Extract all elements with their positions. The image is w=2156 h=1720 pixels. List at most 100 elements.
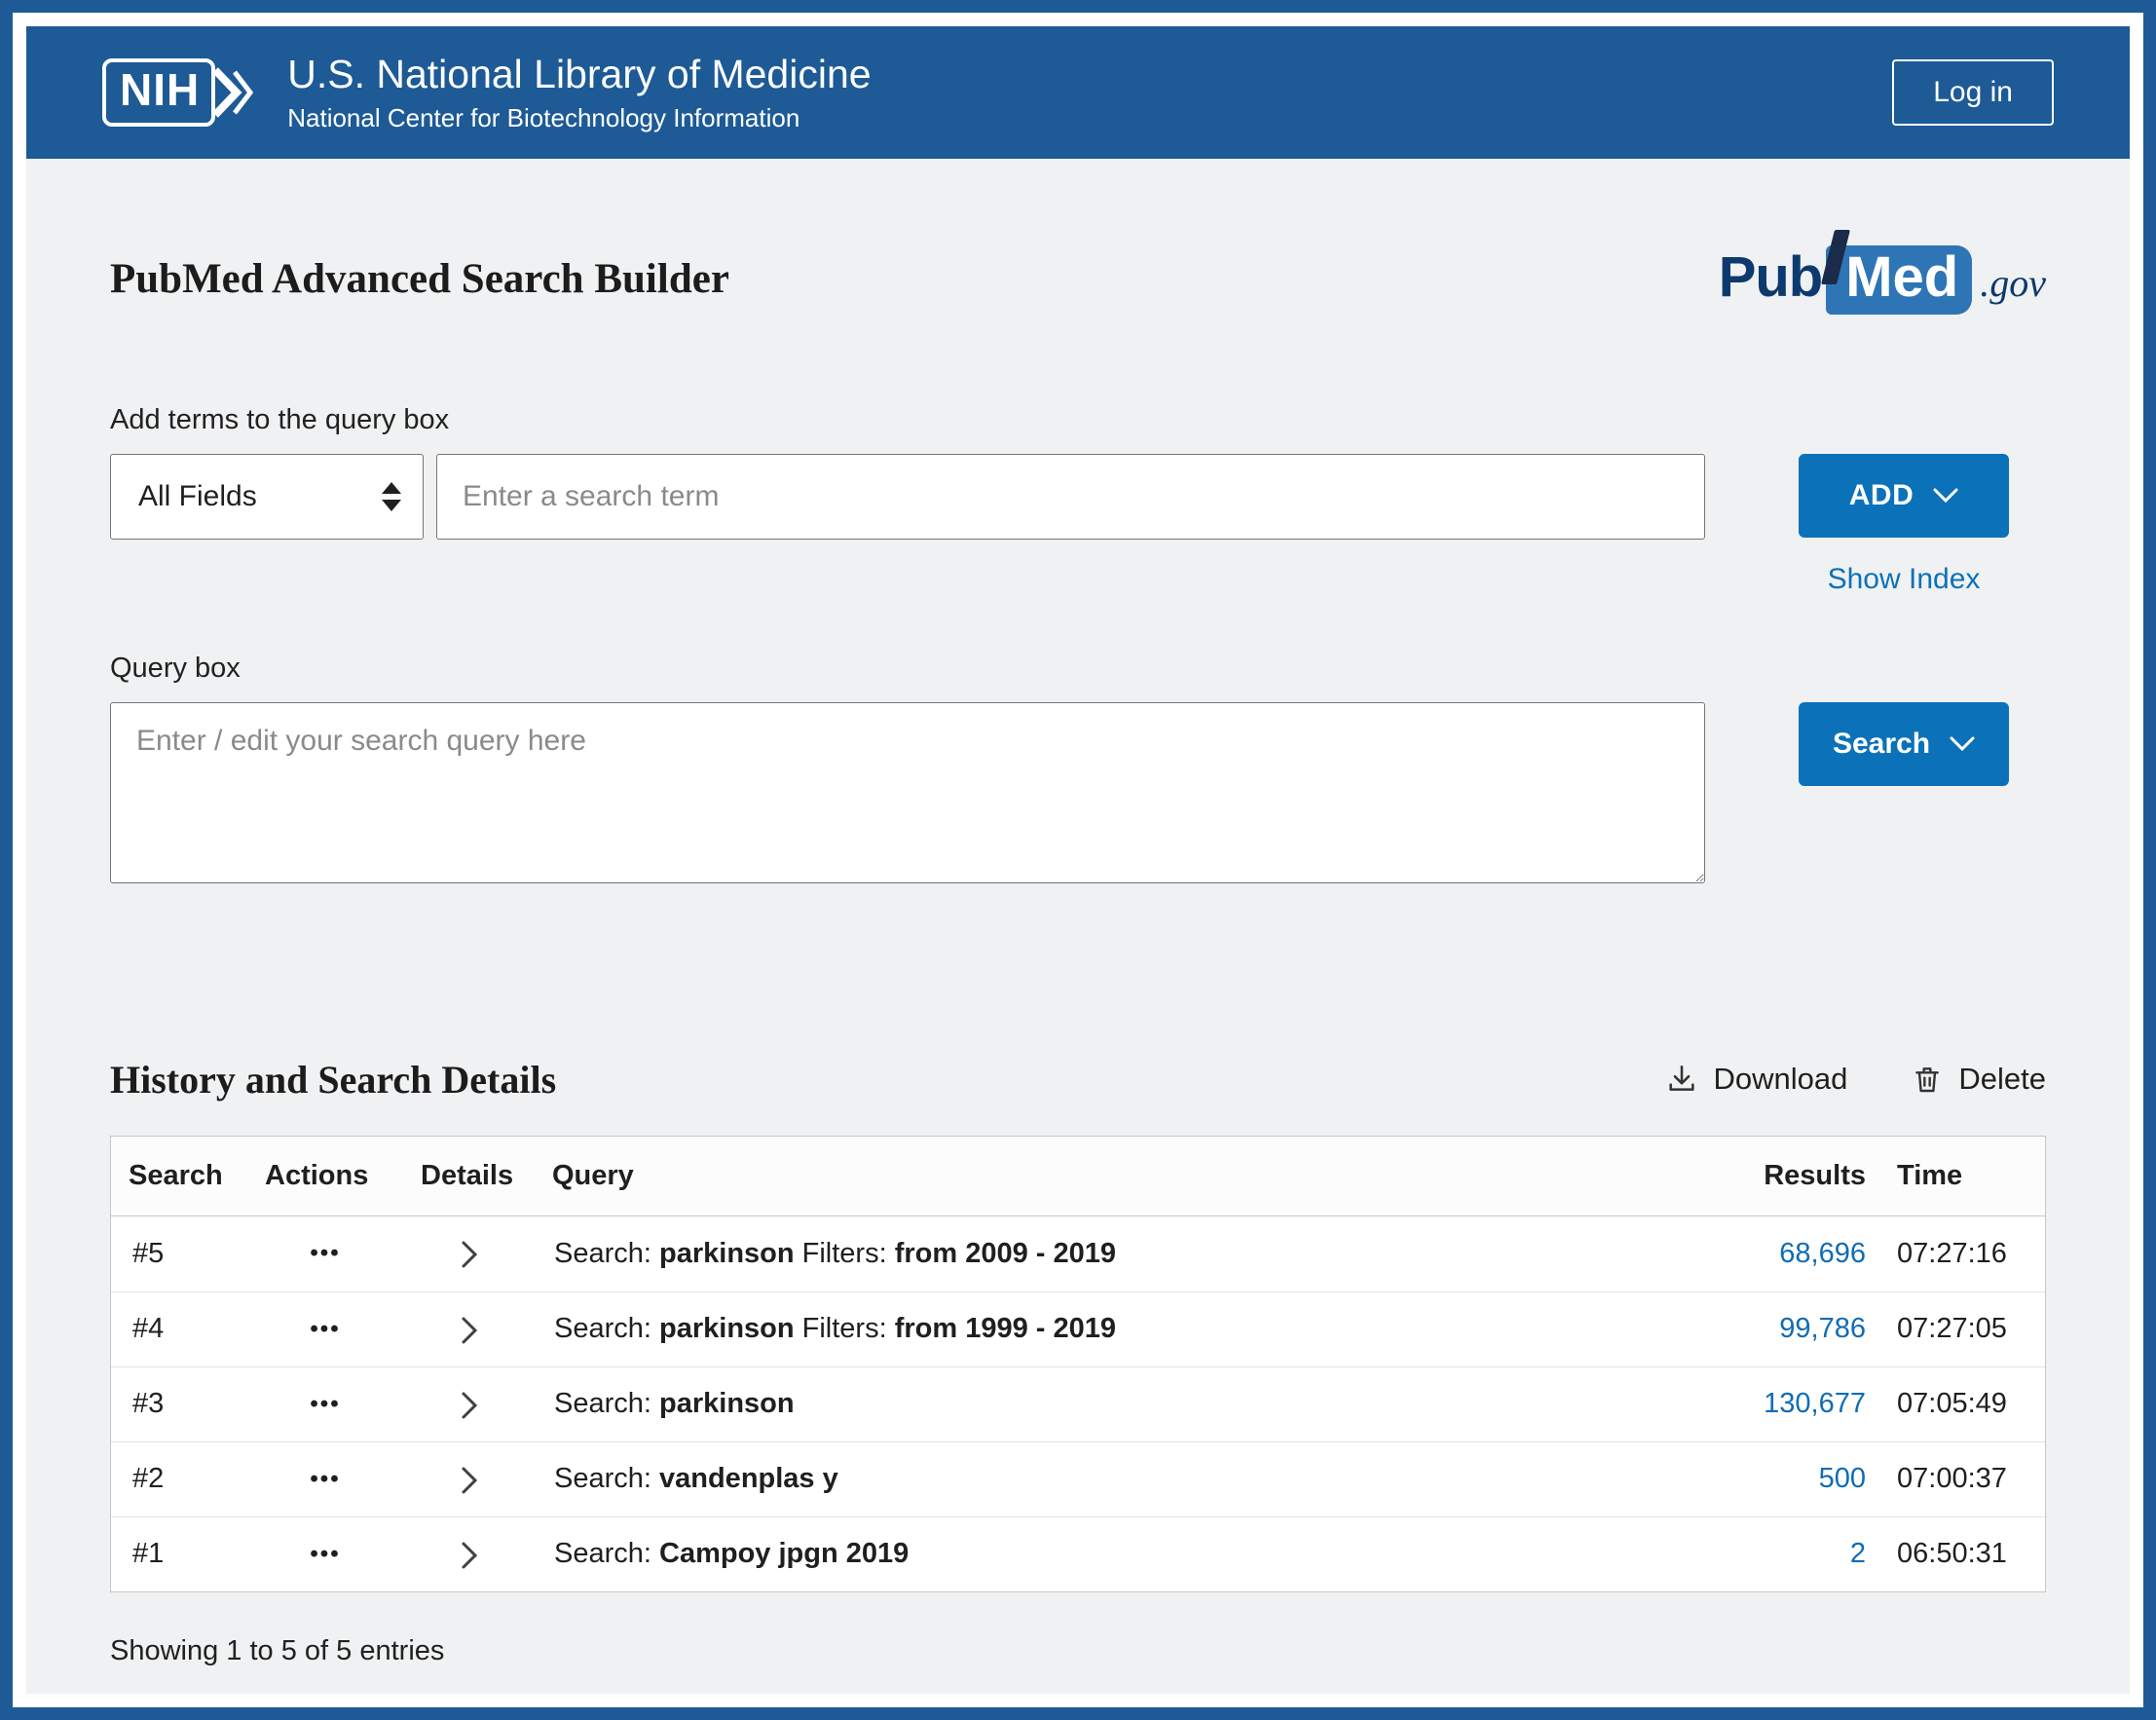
col-header-actions: Actions [247,1160,403,1192]
pubmed-logo-pub: Pub [1719,244,1823,310]
page-frame: NIH U.S. National Library of Medicine Na… [0,0,2156,1720]
page-title: PubMed Advanced Search Builder [110,255,729,303]
term-entry-group: All Fields [110,454,1705,540]
search-number: #2 [111,1463,247,1495]
search-button-label: Search [1833,728,1930,761]
add-terms-section: Add terms to the query box All Fields AD… [110,404,2046,596]
chevron-down-icon [1933,488,1958,504]
row-actions-menu[interactable]: ••• [247,1316,403,1343]
results-count-link[interactable]: 500 [1819,1463,1866,1494]
search-number: #4 [111,1313,247,1345]
history-actions: Download Delete [1665,1062,2046,1097]
results-count-link[interactable]: 68,696 [1779,1238,1866,1269]
search-controls: Search [1799,702,2009,786]
row-actions-menu[interactable]: ••• [247,1541,403,1568]
ncbi-subtitle: National Center for Biotechnology Inform… [287,103,871,133]
table-header-row: Search Actions Details Query Results Tim… [111,1137,2045,1216]
col-header-query: Query [535,1160,1680,1192]
results-count-link[interactable]: 2 [1850,1538,1866,1569]
download-button[interactable]: Download [1665,1062,1848,1097]
history-table: Search Actions Details Query Results Tim… [110,1136,2046,1592]
query-text: Search: vandenplas y [535,1463,1680,1495]
nih-logo-text: NIH [102,58,215,127]
nlm-title: U.S. National Library of Medicine [287,52,871,97]
time-cell: 07:00:37 [1879,1463,2045,1495]
table-row: #3 ••• Search: parkinson 130,677 07:05:4… [111,1366,2045,1441]
pubmed-logo[interactable]: Pub Med .gov [1719,244,2046,315]
query-textarea[interactable] [110,702,1705,883]
table-row: #1 ••• Search: Campoy jpgn 2019 2 06:50:… [111,1516,2045,1591]
history-section: History and Search Details Download Dele… [110,1057,2046,1667]
select-arrows-icon [382,482,401,511]
query-text: Search: parkinson [535,1388,1680,1420]
show-index-link[interactable]: Show Index [1799,563,2009,596]
results-count-link[interactable]: 130,677 [1764,1388,1866,1419]
query-box-label: Query box [110,653,2046,685]
download-label: Download [1714,1062,1848,1097]
add-button-label: ADD [1849,479,1914,512]
chevron-right-icon [461,1541,478,1570]
entries-summary: Showing 1 to 5 of 5 entries [110,1635,2046,1667]
results-cell: 500 [1680,1463,1879,1495]
download-icon [1665,1063,1698,1096]
nlm-header: NIH U.S. National Library of Medicine Na… [26,26,2130,159]
delete-label: Delete [1958,1062,2046,1097]
chevron-right-icon [461,1391,478,1420]
search-number: #5 [111,1238,247,1270]
search-button[interactable]: Search [1799,702,2009,786]
chevron-right-icon [461,1466,478,1495]
row-details-toggle[interactable] [403,1313,535,1345]
query-box-section: Query box Search [110,653,2046,883]
add-controls: ADD Show Index [1799,454,2009,596]
results-cell: 2 [1680,1538,1879,1570]
search-number: #3 [111,1388,247,1420]
trash-icon [1912,1063,1943,1096]
row-details-toggle[interactable] [403,1538,535,1570]
history-header: History and Search Details Download Dele… [110,1057,2046,1103]
results-cell: 68,696 [1680,1238,1879,1270]
col-header-search: Search [111,1160,247,1192]
time-cell: 07:05:49 [1879,1388,2045,1420]
chevron-right-icon [461,1240,478,1269]
query-text: Search: Campoy jpgn 2019 [535,1538,1680,1570]
history-title: History and Search Details [110,1057,556,1103]
pubmed-logo-gov: .gov [1980,260,2046,306]
col-header-time: Time [1879,1160,2045,1192]
row-details-toggle[interactable] [403,1463,535,1495]
row-actions-menu[interactable]: ••• [247,1466,403,1493]
row-details-toggle[interactable] [403,1388,535,1420]
masthead: U.S. National Library of Medicine Nation… [287,52,871,133]
row-details-toggle[interactable] [403,1238,535,1270]
search-term-input[interactable] [436,454,1705,540]
search-number: #1 [111,1538,247,1570]
login-button[interactable]: Log in [1892,59,2054,126]
add-button[interactable]: ADD [1799,454,2009,538]
time-cell: 07:27:16 [1879,1238,2045,1270]
query-text: Search: parkinson Filters: from 2009 - 2… [535,1238,1680,1270]
time-cell: 06:50:31 [1879,1538,2045,1570]
row-actions-menu[interactable]: ••• [247,1391,403,1418]
main-content: PubMed Advanced Search Builder Pub Med .… [26,159,2130,1694]
table-body: #5 ••• Search: parkinson Filters: from 2… [111,1216,2045,1591]
add-terms-row: All Fields ADD Show Index [110,454,2046,596]
delete-button[interactable]: Delete [1912,1062,2046,1097]
nih-logo[interactable]: NIH [102,58,254,127]
table-row: #2 ••• Search: vandenplas y 500 07:00:37 [111,1441,2045,1516]
chevron-right-icon [461,1316,478,1345]
time-cell: 07:27:05 [1879,1313,2045,1345]
field-select[interactable]: All Fields [110,454,424,540]
results-cell: 130,677 [1680,1388,1879,1420]
row-actions-menu[interactable]: ••• [247,1240,403,1267]
col-header-details: Details [403,1160,535,1192]
table-row: #5 ••• Search: parkinson Filters: from 2… [111,1216,2045,1291]
pubmed-logo-med: Med [1826,245,1972,315]
query-text: Search: parkinson Filters: from 1999 - 2… [535,1313,1680,1345]
results-cell: 99,786 [1680,1313,1879,1345]
results-count-link[interactable]: 99,786 [1779,1313,1866,1344]
col-header-results: Results [1680,1160,1879,1192]
query-row: Search [110,702,2046,883]
title-row: PubMed Advanced Search Builder Pub Med .… [110,244,2046,315]
chevron-down-icon [1950,736,1975,752]
nih-chevron-icon [209,62,254,123]
field-select-value: All Fields [138,480,257,513]
